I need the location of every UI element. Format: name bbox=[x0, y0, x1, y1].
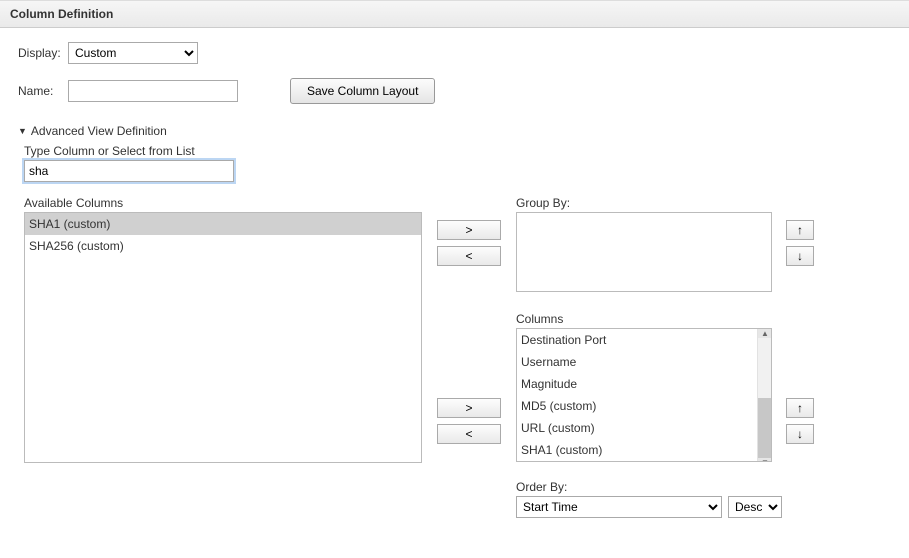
advanced-section: ▼ Advanced View Definition Type Column o… bbox=[18, 124, 909, 518]
name-label: Name: bbox=[18, 84, 68, 98]
list-item[interactable]: SHA1 (custom) bbox=[517, 439, 771, 461]
add-to-groupby-button[interactable]: > bbox=[437, 220, 501, 240]
form-area: Display: Custom Name: Save Column Layout bbox=[0, 28, 909, 124]
advanced-title: Advanced View Definition bbox=[31, 124, 167, 138]
remove-from-columns-button[interactable]: < bbox=[437, 424, 501, 444]
columns-move-up-button[interactable]: ↑ bbox=[786, 398, 814, 418]
list-item[interactable]: Destination Port bbox=[517, 329, 771, 351]
list-item[interactable]: SHA256 (custom) bbox=[517, 461, 771, 462]
type-column-label: Type Column or Select from List bbox=[24, 144, 909, 158]
add-to-columns-button[interactable]: > bbox=[437, 398, 501, 418]
available-columns-label: Available Columns bbox=[24, 196, 422, 210]
advanced-toggle[interactable]: ▼ Advanced View Definition bbox=[18, 124, 909, 138]
save-column-layout-button[interactable]: Save Column Layout bbox=[290, 78, 435, 104]
name-input[interactable] bbox=[68, 80, 238, 102]
collapse-icon: ▼ bbox=[18, 126, 27, 136]
columns-label: Columns bbox=[516, 312, 772, 326]
list-item[interactable]: SHA1 (custom) bbox=[25, 213, 421, 235]
remove-from-groupby-button[interactable]: < bbox=[437, 246, 501, 266]
type-column-input[interactable] bbox=[24, 160, 234, 182]
list-item[interactable]: Magnitude bbox=[517, 373, 771, 395]
display-select[interactable]: Custom bbox=[68, 42, 198, 64]
groupby-list[interactable] bbox=[516, 212, 772, 292]
orderby-label: Order By: bbox=[516, 480, 782, 494]
scroll-thumb[interactable] bbox=[758, 398, 771, 458]
groupby-label: Group By: bbox=[516, 196, 772, 210]
orderby-direction-select[interactable]: Desc bbox=[728, 496, 782, 518]
list-item[interactable]: URL (custom) bbox=[517, 417, 771, 439]
scrollbar[interactable]: ▲ ▼ bbox=[757, 329, 771, 461]
panel-header: Column Definition bbox=[0, 0, 909, 28]
list-item[interactable]: SHA256 (custom) bbox=[25, 235, 421, 257]
orderby-select[interactable]: Start Time bbox=[516, 496, 722, 518]
groupby-move-up-button[interactable]: ↑ bbox=[786, 220, 814, 240]
display-label: Display: bbox=[18, 46, 68, 60]
panel-title: Column Definition bbox=[10, 7, 113, 21]
scroll-up-icon[interactable]: ▲ bbox=[758, 329, 772, 338]
available-columns-list[interactable]: SHA1 (custom) SHA256 (custom) bbox=[24, 212, 422, 463]
list-item[interactable]: Username bbox=[517, 351, 771, 373]
list-item[interactable]: MD5 (custom) bbox=[517, 395, 771, 417]
columns-move-down-button[interactable]: ↓ bbox=[786, 424, 814, 444]
columns-list[interactable]: Destination Port Username Magnitude MD5 … bbox=[516, 328, 772, 462]
groupby-move-down-button[interactable]: ↓ bbox=[786, 246, 814, 266]
scroll-track[interactable] bbox=[758, 338, 771, 458]
